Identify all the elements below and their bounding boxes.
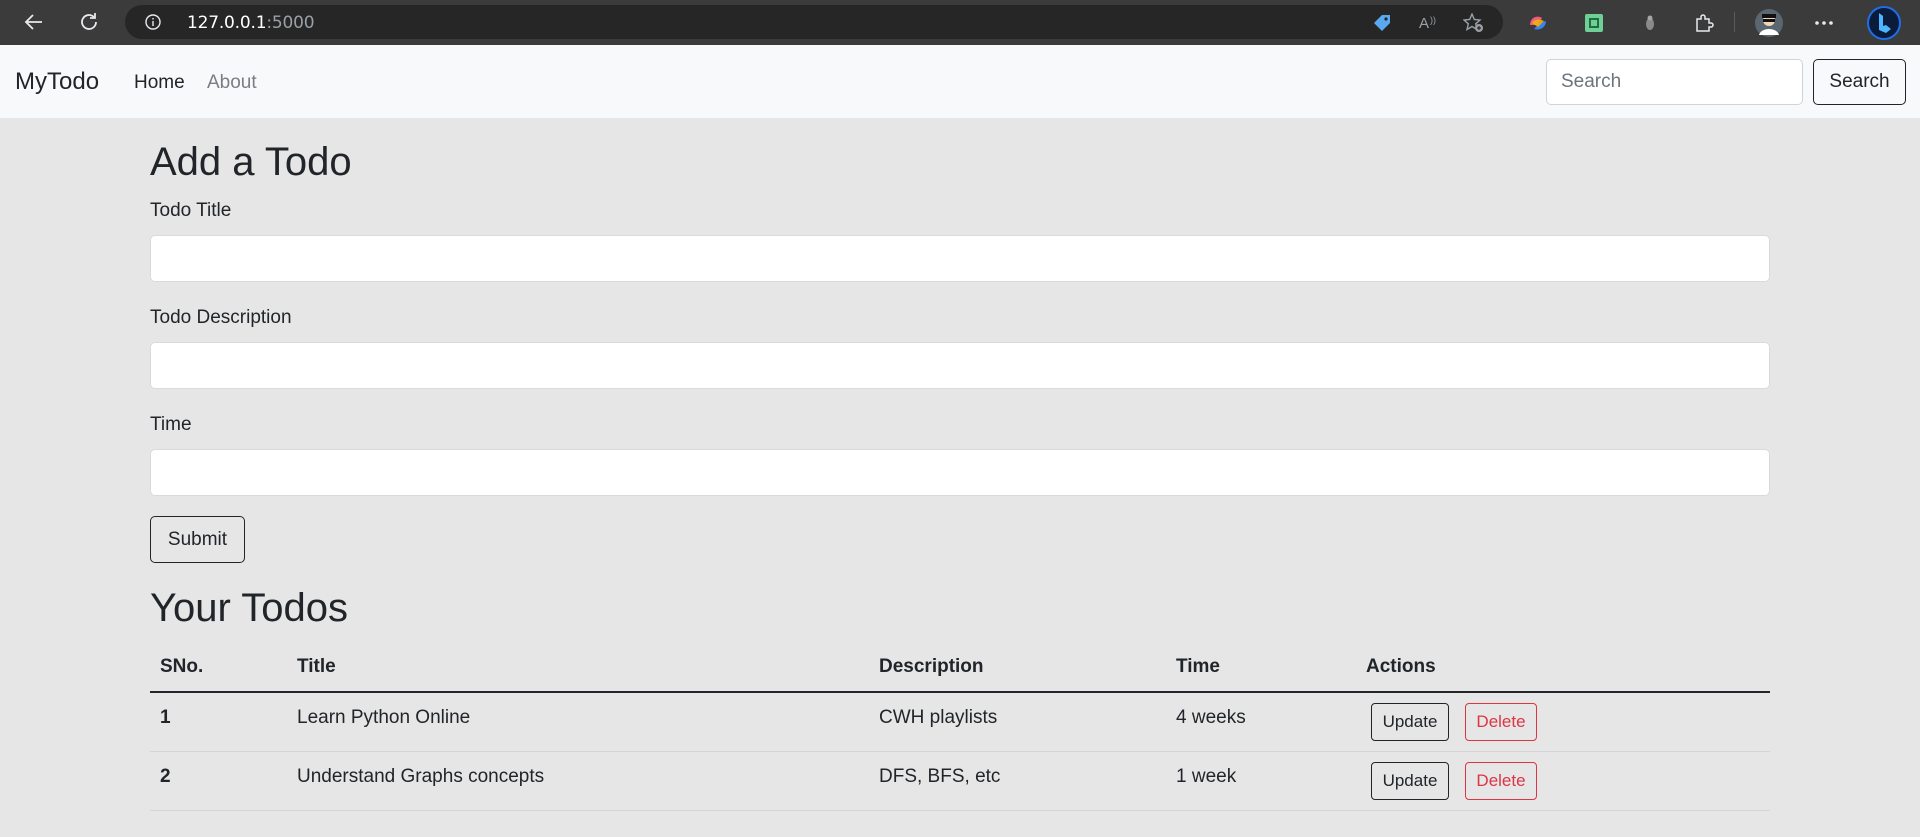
row-divider bbox=[150, 751, 1770, 752]
column-header-title: Title bbox=[297, 656, 336, 677]
delete-button[interactable]: Delete bbox=[1465, 703, 1537, 741]
url-text[interactable]: 127.0.0.1:5000 bbox=[187, 13, 315, 33]
url-port: :5000 bbox=[266, 13, 315, 33]
app-navbar: MyTodo Home About Search bbox=[0, 45, 1920, 118]
address-bar[interactable]: 127.0.0.1:5000 A)) bbox=[125, 5, 1503, 39]
refresh-icon[interactable] bbox=[73, 6, 105, 38]
url-host: 127.0.0.1 bbox=[187, 13, 267, 33]
svg-text:)): )) bbox=[1430, 15, 1436, 25]
row-sno: 2 bbox=[160, 766, 171, 787]
row-title: Learn Python Online bbox=[297, 707, 471, 728]
toolbar-divider bbox=[1734, 12, 1735, 32]
row-title: Understand Graphs concepts bbox=[297, 766, 545, 787]
read-aloud-icon[interactable]: A)) bbox=[1418, 13, 1438, 33]
bing-icon[interactable] bbox=[1866, 5, 1902, 41]
copilot-icon[interactable] bbox=[1526, 11, 1550, 35]
add-todo-heading: Add a Todo bbox=[150, 140, 352, 184]
profile-avatar-icon[interactable] bbox=[1754, 8, 1784, 38]
row-description: CWH playlists bbox=[879, 707, 998, 728]
update-button[interactable]: Update bbox=[1371, 762, 1449, 800]
nav-link-about[interactable]: About bbox=[207, 72, 257, 94]
extension-icon[interactable] bbox=[1638, 11, 1662, 35]
submit-button[interactable]: Submit bbox=[150, 516, 245, 563]
row-description: DFS, BFS, etc bbox=[879, 766, 1001, 787]
update-button[interactable]: Update bbox=[1371, 703, 1449, 741]
your-todos-heading: Your Todos bbox=[150, 586, 348, 630]
back-arrow-icon[interactable] bbox=[18, 6, 50, 38]
time-input[interactable] bbox=[150, 449, 1770, 496]
info-icon[interactable] bbox=[145, 14, 161, 30]
brand-logo[interactable]: MyTodo bbox=[15, 68, 99, 96]
column-header-sno: SNo. bbox=[160, 656, 204, 677]
todo-description-input[interactable] bbox=[150, 342, 1770, 389]
coupon-tag-icon[interactable] bbox=[1372, 13, 1392, 33]
todo-title-label: Todo Title bbox=[150, 200, 232, 221]
delete-button[interactable]: Delete bbox=[1465, 762, 1537, 800]
favorite-add-icon[interactable] bbox=[1462, 12, 1483, 33]
column-header-actions: Actions bbox=[1366, 656, 1436, 677]
table-header-divider bbox=[150, 691, 1770, 693]
nav-link-home[interactable]: Home bbox=[134, 72, 185, 94]
row-sno: 1 bbox=[160, 707, 171, 728]
search-button[interactable]: Search bbox=[1813, 59, 1906, 105]
row-divider bbox=[150, 810, 1770, 811]
browser-toolbar: 127.0.0.1:5000 A)) bbox=[0, 0, 1920, 45]
todo-title-input[interactable] bbox=[150, 235, 1770, 282]
svg-text:A: A bbox=[1419, 15, 1429, 32]
column-header-description: Description bbox=[879, 656, 984, 677]
row-time: 4 weeks bbox=[1176, 707, 1246, 728]
search-input[interactable] bbox=[1546, 59, 1803, 105]
column-header-time: Time bbox=[1176, 656, 1221, 677]
todo-description-label: Todo Description bbox=[150, 307, 292, 328]
more-icon[interactable] bbox=[1812, 11, 1836, 35]
collections-icon[interactable] bbox=[1582, 11, 1606, 35]
time-label: Time bbox=[150, 414, 192, 435]
row-time: 1 week bbox=[1176, 766, 1237, 787]
extensions-puzzle-icon[interactable] bbox=[1692, 11, 1716, 35]
